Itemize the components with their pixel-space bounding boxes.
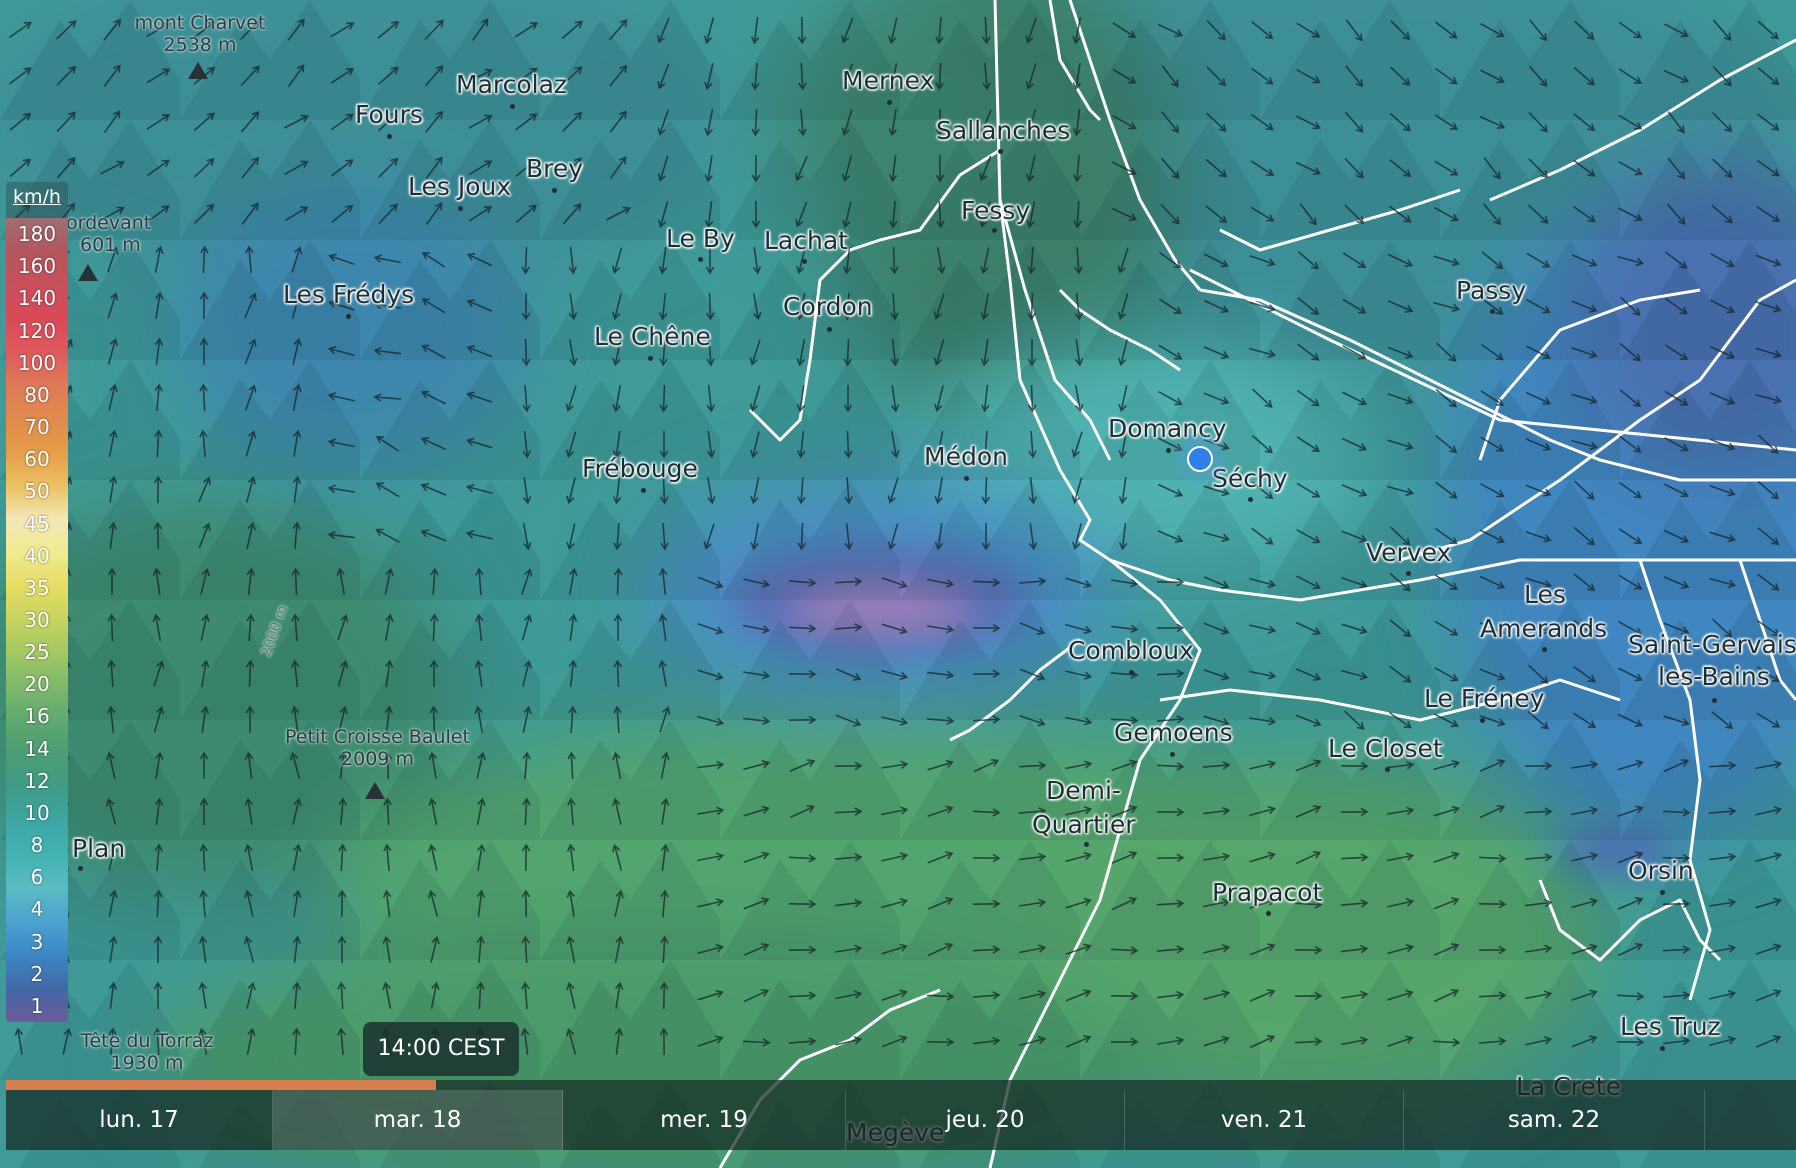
- wind-map[interactable]: [0, 0, 1796, 1168]
- legend-unit: km/h: [13, 186, 61, 208]
- legend-value-label: 80: [24, 382, 50, 407]
- legend-value-label: 100: [17, 350, 57, 375]
- timeline-day-tue[interactable]: mar. 18: [273, 1090, 563, 1150]
- legend-value-label: 1: [30, 993, 44, 1018]
- current-time-badge: 14:00 CEST: [363, 1022, 519, 1076]
- legend-value-label: 2: [30, 961, 44, 986]
- legend-value-label: 60: [24, 447, 50, 472]
- timeline-day-mon[interactable]: lun. 17: [6, 1090, 273, 1150]
- legend-value-label: 4: [30, 897, 44, 922]
- legend-value-label: 35: [24, 575, 50, 600]
- timeline-progress-bar: [6, 1080, 436, 1090]
- legend-value-label: 40: [24, 543, 50, 568]
- legend-value-label: 10: [24, 800, 50, 825]
- location-dot-icon[interactable]: [1187, 446, 1213, 472]
- timeline-day-next[interactable]: [1705, 1090, 1796, 1150]
- legend-value-label: 12: [24, 768, 50, 793]
- legend-value-label: 16: [24, 704, 50, 729]
- legend-value-label: 180: [17, 222, 57, 247]
- timeline-day-fri[interactable]: ven. 21: [1125, 1090, 1404, 1150]
- legend-value-label: 3: [30, 929, 44, 954]
- legend-value-label: 140: [17, 286, 57, 311]
- forecast-timeline[interactable]: lun. 17 mar. 18 mer. 19 jeu. 20 ven. 21 …: [6, 1080, 1796, 1150]
- timeline-day-sat[interactable]: sam. 22: [1404, 1090, 1705, 1150]
- legend-value-label: 8: [30, 833, 44, 858]
- legend-value-label: 6: [30, 865, 44, 890]
- legend-value-label: 160: [17, 254, 57, 279]
- legend-value-label: 120: [17, 318, 57, 343]
- legend-value-label: 30: [24, 608, 50, 632]
- legend-color-scale: 180 160 140 120 100 80 70 60 50 45 40 35 30 25 20 16 14 1…: [6, 218, 68, 1022]
- timeline-day-thu[interactable]: jeu. 20: [846, 1090, 1125, 1150]
- legend-value-label: 50: [24, 479, 50, 504]
- wind-speed-legend: km/h 180 160 140 120 100 80 70 60 50 45 40 35 30 25 20…: [6, 182, 68, 1022]
- legend-value-label: 70: [24, 415, 50, 440]
- legend-value-label: 14: [24, 736, 50, 761]
- legend-value-label: 25: [24, 640, 50, 665]
- legend-value-label: 20: [24, 672, 50, 697]
- legend-value-label: 45: [24, 511, 50, 536]
- timeline-day-wed[interactable]: mer. 19: [563, 1090, 846, 1150]
